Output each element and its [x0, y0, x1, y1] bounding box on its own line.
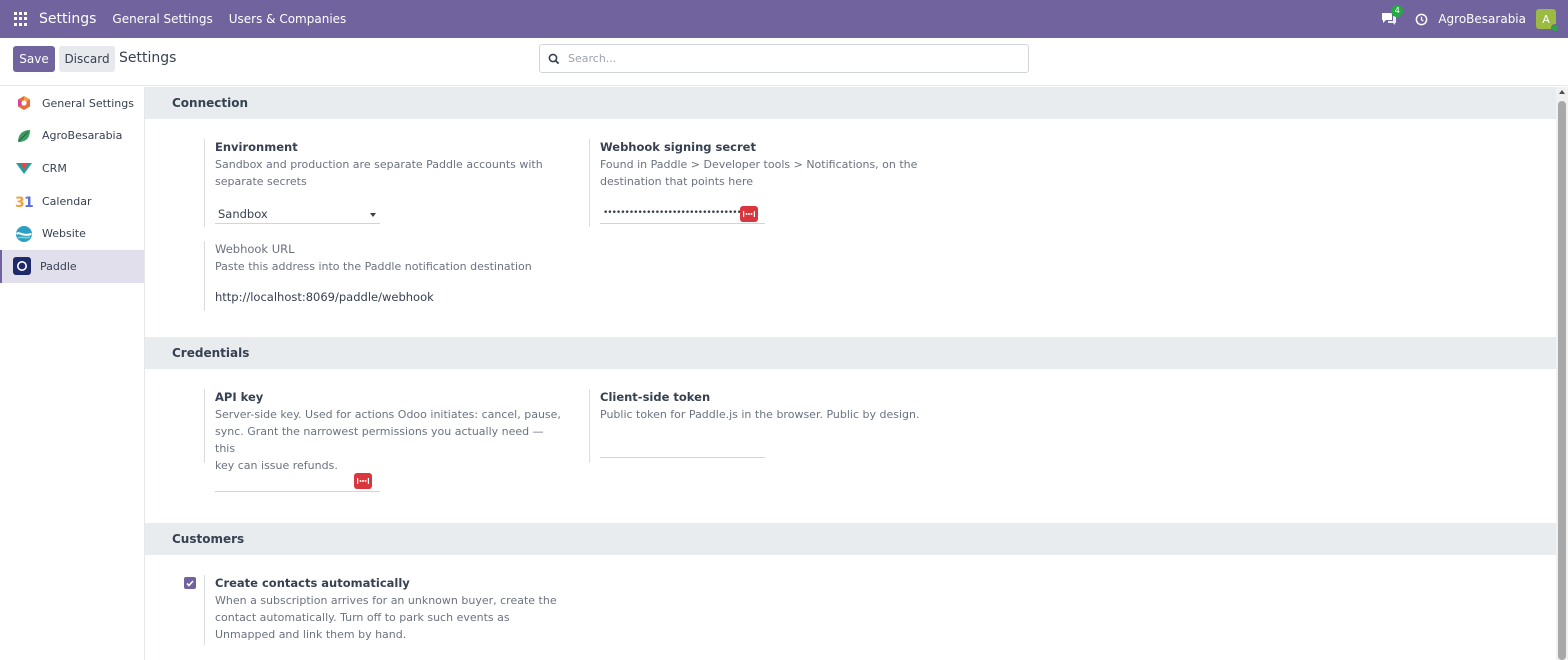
setting-title[interactable]: Create contacts automatically [215, 575, 584, 592]
environment-select-value: Sandbox [218, 206, 268, 221]
setting-description: Unmapped and link them by hand. [215, 628, 407, 641]
setting-title: Webhook URL [215, 242, 295, 256]
leaf-icon [15, 127, 33, 145]
sidebar-item-label: Paddle [40, 259, 77, 273]
setting-description: Sandbox and production are separate Padd… [215, 158, 543, 171]
menu-general-settings[interactable]: General Settings [112, 12, 212, 26]
environment-select[interactable]: Sandbox [215, 204, 380, 224]
scroll-up-arrow-icon[interactable] [1559, 90, 1565, 94]
calendar-icon: 31 [15, 192, 33, 210]
setting-description: Server-side key. Used for actions Odoo i… [215, 408, 561, 421]
search-input[interactable] [568, 52, 1008, 65]
avatar[interactable]: A [1536, 9, 1559, 32]
setting-description: Found in Paddle > Developer tools > Noti… [600, 158, 918, 171]
section-header-credentials: Credentials [145, 337, 1556, 369]
company-switcher[interactable]: AgroBesarabia [1438, 12, 1526, 26]
chevron-down-icon [370, 213, 376, 217]
menu-users-companies[interactable]: Users & Companies [229, 12, 347, 26]
scrollbar[interactable] [1556, 87, 1568, 660]
save-button[interactable]: Save [13, 46, 55, 72]
sidebar-item-label: AgroBesarabia [42, 129, 123, 143]
general-settings-icon [15, 94, 33, 112]
sidebar-item-website[interactable]: Website [0, 217, 144, 250]
clock-icon[interactable] [1415, 13, 1428, 26]
dots-icon [357, 478, 369, 484]
create-contacts-checkbox[interactable] [184, 577, 196, 589]
svg-text:1: 1 [24, 195, 33, 209]
avatar-letter: A [1542, 12, 1550, 26]
setting-description: sync. Grant the narrowest permissions yo… [215, 425, 544, 455]
checkmark-icon [186, 579, 194, 587]
crm-icon [15, 159, 33, 177]
webhook-secret-value: •••••••••••••••••••••••••••••••• [603, 208, 742, 218]
setting-title: Webhook signing secret [600, 140, 756, 154]
chat-badge: 4 [1391, 5, 1404, 17]
setting-description: When a subscription arrives for an unkno… [215, 594, 557, 607]
setting-description: Paste this address into the Paddle notif… [215, 260, 532, 273]
paddle-icon [13, 257, 31, 276]
sidebar-item-crm[interactable]: CRM [0, 152, 144, 185]
search-icon [548, 53, 560, 64]
sidebar-item-label: CRM [42, 161, 67, 175]
apps-grid-icon[interactable] [14, 11, 29, 27]
webhook-url-value[interactable]: http://localhost:8069/paddle/webhook [215, 290, 434, 304]
setting-api-key: API key Server-side key. Used for action… [204, 389, 564, 472]
sidebar-item-calendar[interactable]: 31 Calendar [0, 185, 144, 218]
setting-title: API key [215, 390, 264, 404]
control-panel: Save Discard Settings [0, 38, 1568, 86]
setting-title: Client-side token [600, 390, 711, 404]
sidebar-item-paddle[interactable]: Paddle [0, 249, 144, 283]
chat-icon[interactable]: 4 [1381, 5, 1404, 26]
dots-icon [743, 211, 755, 217]
page-title: Settings [119, 50, 177, 66]
setting-title: Environment [215, 140, 298, 154]
sidebar-item-agrobesarabia[interactable]: AgroBesarabia [0, 120, 144, 153]
settings-content: Connection Environment Sandbox and produ… [145, 87, 1556, 660]
sidebar-item-general-settings[interactable]: General Settings [0, 87, 144, 120]
section-header-customers: Customers [145, 523, 1556, 555]
client-token-field[interactable] [600, 438, 765, 458]
settings-sidebar: General Settings AgroBesarabia CRM 31 Ca… [0, 87, 145, 660]
setting-description: destination that points here [600, 175, 754, 188]
discard-button[interactable]: Discard [59, 46, 115, 72]
setting-create-contacts: Create contacts automatically When a sub… [204, 575, 584, 645]
setting-description: separate secrets [215, 175, 307, 188]
sidebar-item-label: General Settings [42, 96, 134, 110]
show-password-button[interactable] [740, 206, 758, 222]
app-title[interactable]: Settings [39, 11, 96, 27]
section-header-connection: Connection [145, 87, 1556, 119]
scrollbar-thumb[interactable] [1558, 101, 1566, 660]
setting-description: contact automatically. Turn off to park … [215, 611, 510, 624]
online-status-dot [1551, 24, 1559, 32]
sidebar-item-label: Calendar [42, 194, 92, 208]
show-password-button[interactable] [354, 473, 372, 489]
search-bar[interactable] [539, 44, 1029, 73]
setting-description: Public token for Paddle.js in the browse… [600, 408, 920, 421]
website-icon [15, 225, 33, 243]
top-navbar: Settings General Settings Users & Compan… [0, 0, 1568, 38]
sidebar-item-label: Website [42, 227, 86, 241]
